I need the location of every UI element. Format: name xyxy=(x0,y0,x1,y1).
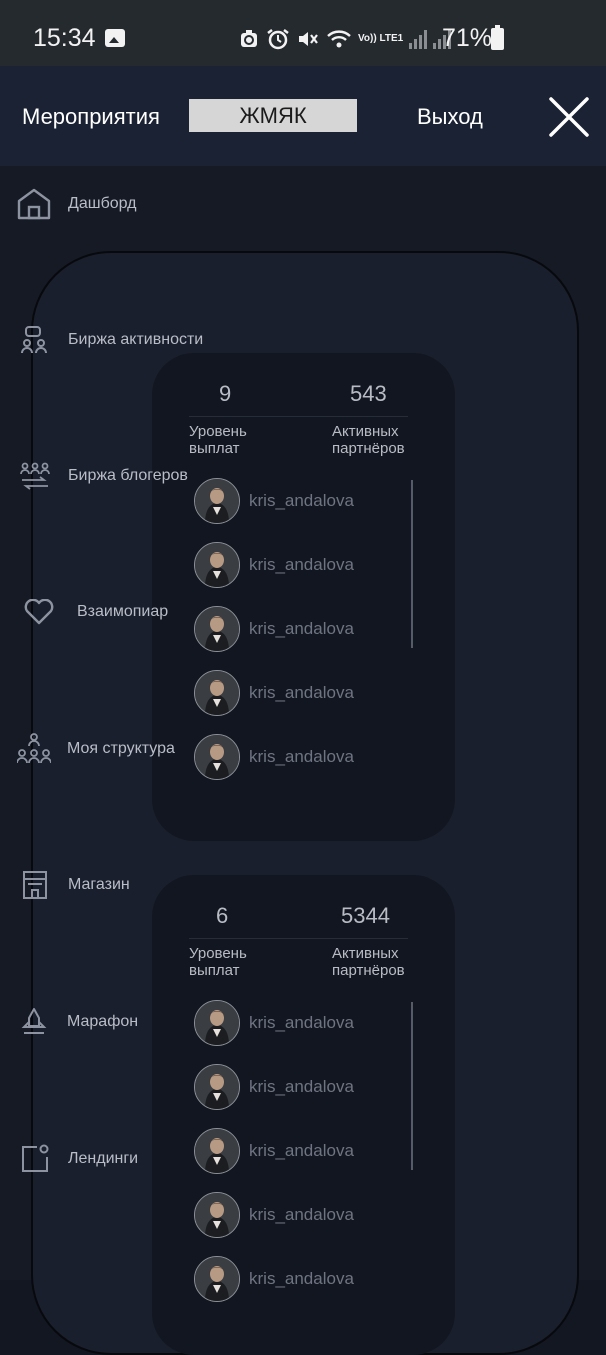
username: kris_andalova xyxy=(249,1269,354,1288)
home-icon xyxy=(17,188,51,220)
status-icons: Vo)) LTE1 xyxy=(238,26,452,52)
sidebar-item-label: Лендинги xyxy=(68,1150,139,1167)
battery-percent: 71% xyxy=(442,24,493,52)
heart-icon xyxy=(24,599,54,625)
signal-icon xyxy=(409,29,428,49)
list-item[interactable]: kris_andalova xyxy=(192,1256,422,1320)
username: kris_andalova xyxy=(249,555,354,574)
avatar xyxy=(194,1128,240,1174)
volte-label: Vo)) LTE1 xyxy=(358,33,404,44)
level-label: Уровень выплат xyxy=(189,945,247,979)
avatar xyxy=(194,606,240,652)
avatar xyxy=(194,1064,240,1110)
username: kris_andalova xyxy=(249,1141,354,1160)
marathon-icon xyxy=(21,1008,47,1034)
avatar xyxy=(194,478,240,524)
user-list: kris_andalova kris_andalova kris_andalov… xyxy=(192,1000,422,1320)
main-area: 9 543 Уровень выплат Активных партнёров … xyxy=(0,166,606,1355)
sidebar-item-marathon[interactable]: Марафон xyxy=(21,1007,138,1037)
list-item[interactable]: kris_andalova xyxy=(192,606,422,670)
partners-label: Активных партнёров xyxy=(332,423,405,457)
partners-value: 5344 xyxy=(341,903,390,928)
gallery-icon xyxy=(105,29,125,47)
events-link[interactable]: Мероприятия xyxy=(22,104,160,130)
partners-value: 543 xyxy=(350,381,387,406)
partner-card: 9 543 Уровень выплат Активных партнёров … xyxy=(152,353,455,841)
avatar xyxy=(194,1256,240,1302)
sidebar-item-dashboard[interactable]: Дашборд xyxy=(16,187,137,221)
partner-card: 6 5344 Уровень выплат Активных партнёров… xyxy=(152,875,455,1355)
sidebar-item-activity-exchange[interactable]: Биржа активности xyxy=(21,325,203,355)
username: kris_andalova xyxy=(249,491,354,510)
sidebar-item-landings[interactable]: Лендинги xyxy=(20,1144,138,1174)
close-icon[interactable] xyxy=(548,96,590,138)
sidebar-item-store[interactable]: Магазин xyxy=(22,870,130,900)
username: kris_andalova xyxy=(249,1205,354,1224)
username: kris_andalova xyxy=(249,683,354,702)
sidebar-item-mutual-pr[interactable]: Взаимопиар xyxy=(24,599,168,625)
avatar xyxy=(194,670,240,716)
store-icon xyxy=(23,871,47,899)
list-item[interactable]: kris_andalova xyxy=(192,542,422,606)
list-item[interactable]: kris_andalova xyxy=(192,1064,422,1128)
battery-icon xyxy=(491,25,504,50)
username: kris_andalova xyxy=(249,747,354,766)
level-value: 9 xyxy=(219,381,232,406)
partners-label: Активных партнёров xyxy=(332,945,405,979)
sidebar-item-label: Биржа активности xyxy=(68,331,204,348)
level-value: 6 xyxy=(216,903,229,928)
divider xyxy=(189,416,408,417)
volte-icon: Vo)) LTE1 xyxy=(358,34,403,44)
list-item[interactable]: kris_andalova xyxy=(192,478,422,542)
bloggers-exchange-icon xyxy=(20,462,50,490)
username: kris_andalova xyxy=(249,619,354,638)
divider xyxy=(189,938,408,939)
username: kris_andalova xyxy=(249,1013,354,1032)
app-header: Мероприятия ЖМЯК Выход xyxy=(0,66,606,166)
mute-icon xyxy=(299,32,318,46)
sidebar-item-label: Марафон xyxy=(67,1013,139,1030)
wifi-icon xyxy=(327,30,351,48)
list-item[interactable]: kris_andalova xyxy=(192,1128,422,1192)
activity-exchange-icon xyxy=(21,326,47,354)
list-item[interactable]: kris_andalova xyxy=(192,734,422,798)
structure-icon xyxy=(17,733,51,764)
status-time: 15:34 xyxy=(33,24,96,52)
status-bar: 15:34 Vo)) LTE1 71% xyxy=(0,0,606,66)
landing-icon xyxy=(22,1144,49,1172)
sidebar-item-label: Дашборд xyxy=(68,195,137,212)
sidebar-item-bloggers-exchange[interactable]: Биржа блогеров xyxy=(20,462,188,490)
logout-button[interactable]: Выход xyxy=(417,104,483,130)
data-saver-icon xyxy=(241,30,257,47)
list-item[interactable]: kris_andalova xyxy=(192,670,422,734)
list-item[interactable]: kris_andalova xyxy=(192,1000,422,1064)
event-name-field[interactable]: ЖМЯК xyxy=(189,99,357,132)
level-label: Уровень выплат xyxy=(189,423,247,457)
sidebar-item-label: Биржа блогеров xyxy=(68,467,188,484)
avatar xyxy=(194,1000,240,1046)
sidebar-item-label: Магазин xyxy=(68,876,130,893)
avatar xyxy=(194,542,240,588)
alarm-icon xyxy=(267,29,289,50)
avatar xyxy=(194,1192,240,1238)
sidebar-item-label: Моя структура xyxy=(67,740,175,757)
user-list: kris_andalova kris_andalova kris_andalov… xyxy=(192,478,422,798)
avatar xyxy=(194,734,240,780)
list-item[interactable]: kris_andalova xyxy=(192,1192,422,1256)
sidebar-item-label: Взаимопиар xyxy=(77,603,169,620)
sidebar-item-my-structure[interactable]: Моя структура xyxy=(17,733,175,765)
username: kris_andalova xyxy=(249,1077,354,1096)
